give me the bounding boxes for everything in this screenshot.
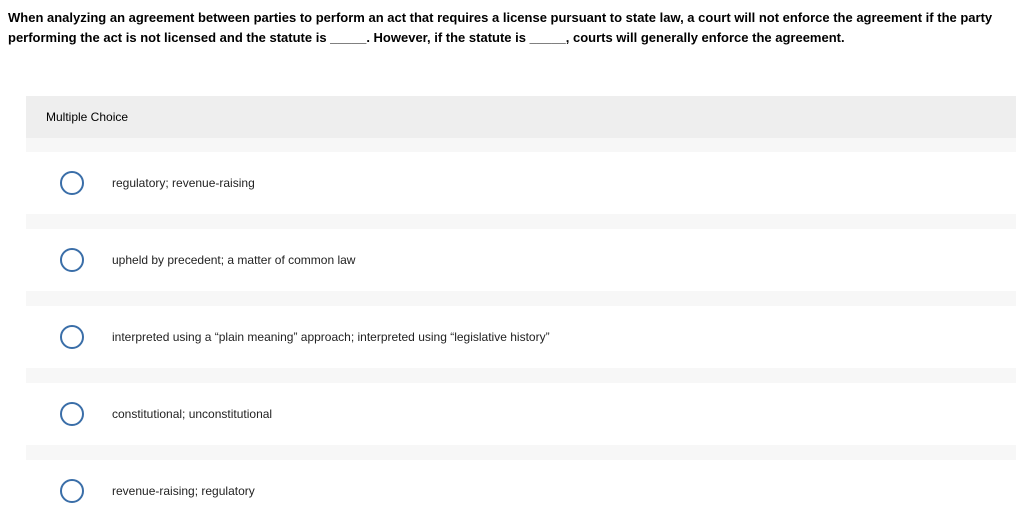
question-text: When analyzing an agreement between part… bbox=[8, 8, 1016, 48]
option-row[interactable]: interpreted using a “plain meaning” appr… bbox=[26, 306, 1016, 368]
radio-icon[interactable] bbox=[60, 325, 84, 349]
option-label: interpreted using a “plain meaning” appr… bbox=[112, 330, 550, 344]
option-row[interactable]: constitutional; unconstitutional bbox=[26, 383, 1016, 445]
option-label: upheld by precedent; a matter of common … bbox=[112, 253, 355, 267]
multiple-choice-block: Multiple Choice regulatory; revenue-rais… bbox=[26, 96, 1016, 522]
option-label: constitutional; unconstitutional bbox=[112, 407, 272, 421]
option-row[interactable]: regulatory; revenue-raising bbox=[26, 152, 1016, 214]
radio-icon[interactable] bbox=[60, 171, 84, 195]
radio-icon[interactable] bbox=[60, 479, 84, 503]
option-label: regulatory; revenue-raising bbox=[112, 176, 255, 190]
radio-icon[interactable] bbox=[60, 402, 84, 426]
options-list: regulatory; revenue-raising upheld by pr… bbox=[26, 138, 1016, 522]
option-row[interactable]: upheld by precedent; a matter of common … bbox=[26, 229, 1016, 291]
section-label: Multiple Choice bbox=[26, 96, 1016, 138]
option-row[interactable]: revenue-raising; regulatory bbox=[26, 460, 1016, 522]
option-label: revenue-raising; regulatory bbox=[112, 484, 255, 498]
radio-icon[interactable] bbox=[60, 248, 84, 272]
